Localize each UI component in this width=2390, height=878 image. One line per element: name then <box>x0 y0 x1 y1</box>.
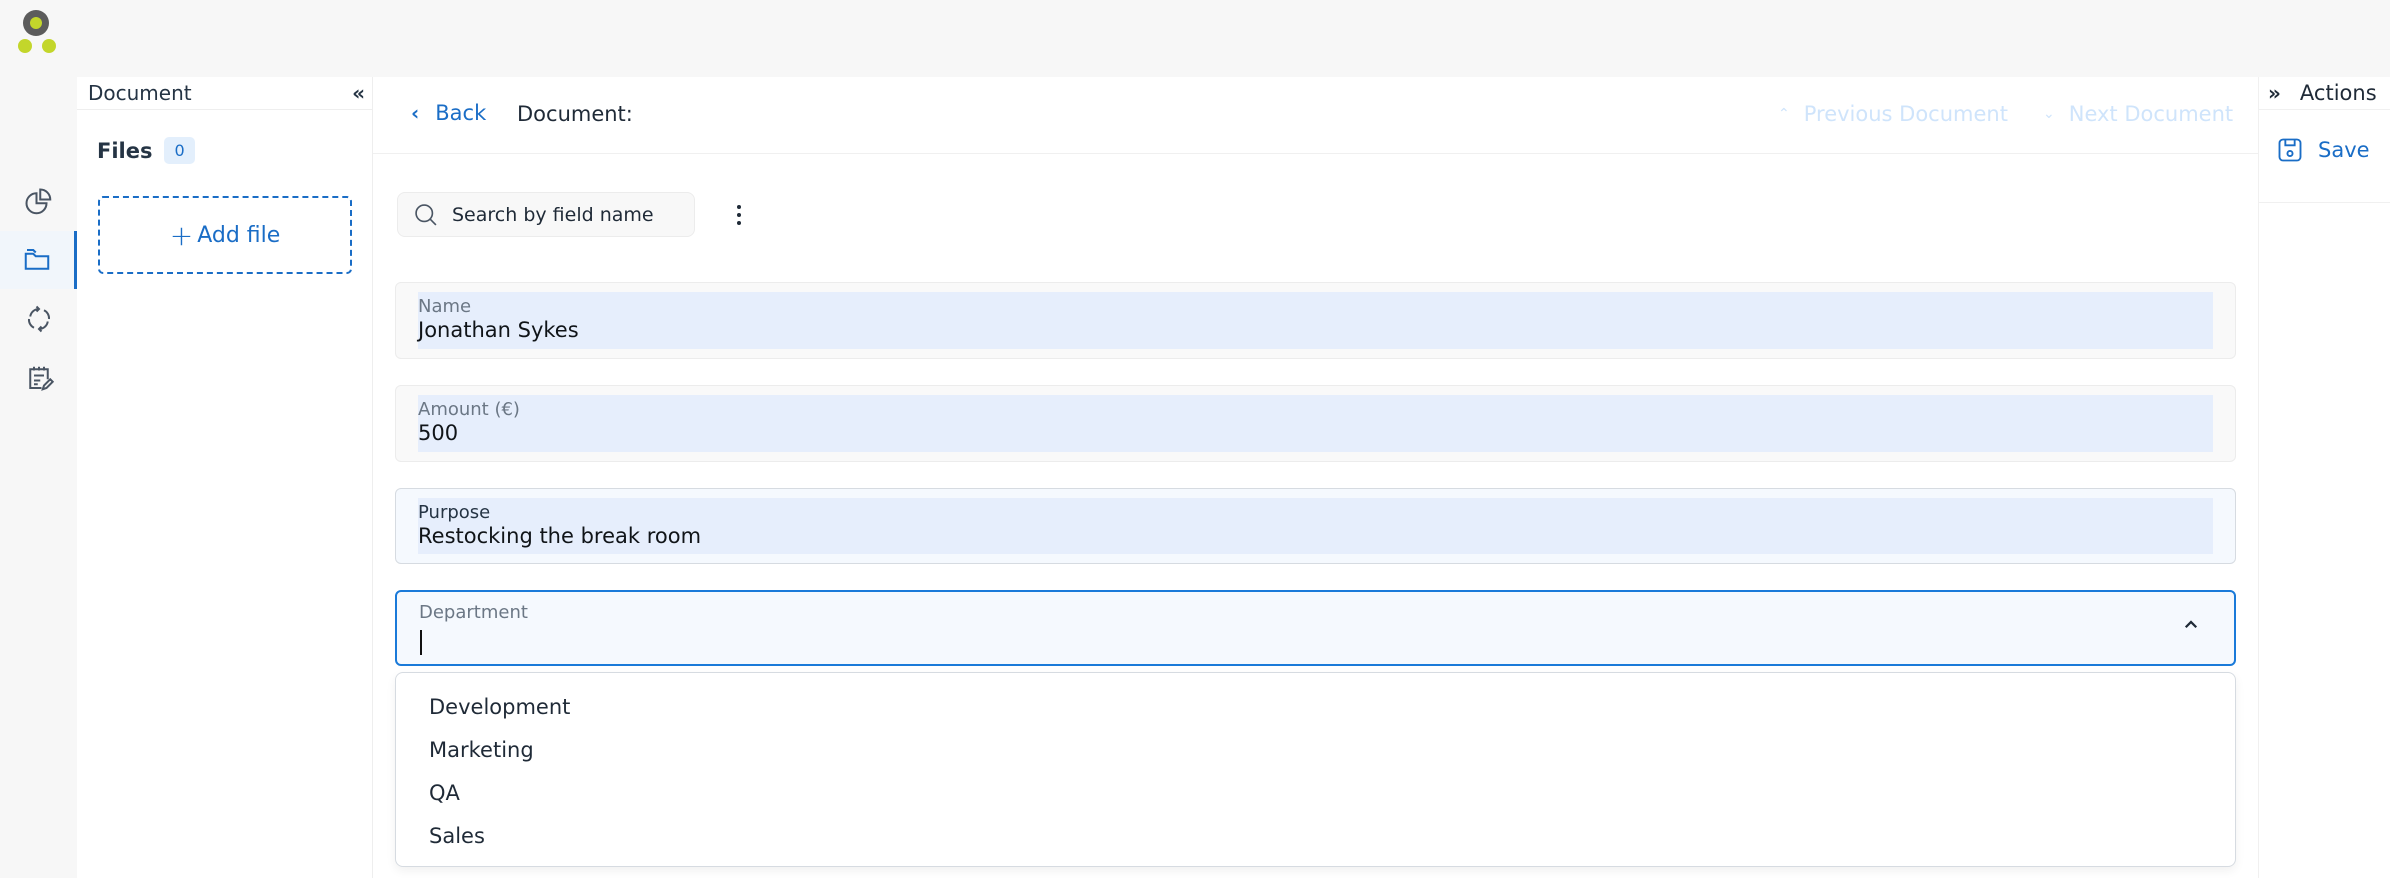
expand-panel-icon[interactable]: » <box>2268 81 2281 105</box>
search-input[interactable] <box>452 203 692 226</box>
chevron-up-icon[interactable] <box>2182 616 2200 634</box>
nav-item-dashboard[interactable] <box>0 173 77 231</box>
purpose-field[interactable]: Purpose Restocking the break room <box>395 488 2236 564</box>
logo-ring <box>23 10 49 36</box>
actions-header: » Actions <box>2259 77 2390 110</box>
add-file-button[interactable]: + Add file <box>98 196 352 274</box>
left-nav <box>0 77 77 878</box>
save-label: Save <box>2318 138 2370 162</box>
previous-document-label: Previous Document <box>1803 102 2008 126</box>
kebab-dot <box>737 205 741 209</box>
divider <box>2259 202 2390 203</box>
amount-field[interactable]: Amount (€) 500 <box>395 385 2236 462</box>
floppy-disk-icon <box>2278 138 2302 162</box>
main-content: ‹ Back Document: ⌃ Previous Document ⌄ N… <box>373 77 2258 878</box>
logo-dot <box>18 39 32 53</box>
notepad-edit-icon <box>28 366 54 391</box>
back-label: Back <box>435 101 487 125</box>
dropdown-option[interactable]: QA <box>396 771 2235 814</box>
document-panel-title: Document <box>88 81 192 105</box>
files-header: Files 0 <box>97 137 195 164</box>
main-header: ‹ Back Document: ⌃ Previous Document ⌄ N… <box>373 77 2258 154</box>
plus-icon: + <box>169 218 194 252</box>
kebab-dot <box>737 221 741 225</box>
department-select[interactable]: Department <box>395 590 2236 666</box>
department-dropdown: Development Marketing QA Sales <box>395 672 2236 867</box>
dropdown-option[interactable]: Sales <box>396 814 2235 857</box>
next-document-label: Next Document <box>2068 102 2234 126</box>
dropdown-option[interactable]: Marketing <box>396 728 2235 771</box>
top-bar <box>0 0 2390 77</box>
pie-chart-icon <box>25 188 51 215</box>
nav-item-documents[interactable] <box>0 231 77 289</box>
files-label: Files <box>97 138 153 163</box>
amount-field-value[interactable]: 500 <box>418 421 2213 445</box>
name-field-value[interactable]: Jonathan Sykes <box>418 318 2213 342</box>
department-field-label: Department <box>419 602 528 623</box>
actions-title: Actions <box>2299 81 2377 105</box>
kebab-dot <box>737 213 741 217</box>
chevron-left-icon: ‹ <box>411 101 420 125</box>
save-button[interactable]: Save <box>2276 136 2370 164</box>
text-caret <box>420 630 422 655</box>
name-field[interactable]: Name Jonathan Sykes <box>395 282 2236 359</box>
search-icon <box>415 203 437 225</box>
add-file-label: Add file <box>197 222 281 248</box>
nav-item-tasks[interactable] <box>0 349 77 407</box>
chevron-down-icon: ⌄ <box>2043 106 2055 122</box>
nav-item-workflows[interactable] <box>0 290 77 348</box>
refresh-cycle-icon <box>27 305 50 333</box>
document-title: Document: <box>517 102 633 126</box>
actions-panel: » Actions Save <box>2258 77 2390 878</box>
amount-field-label: Amount (€) <box>418 399 520 420</box>
logo-dot <box>42 39 56 53</box>
more-options-icon[interactable] <box>729 195 749 235</box>
amount-field-inner: Amount (€) 500 <box>418 395 2213 452</box>
app-logo[interactable] <box>17 10 57 54</box>
dropdown-option[interactable]: Development <box>396 685 2235 728</box>
files-count-badge: 0 <box>164 137 195 164</box>
back-button[interactable]: ‹ Back <box>411 101 486 125</box>
name-field-inner: Name Jonathan Sykes <box>418 292 2213 349</box>
search-field[interactable] <box>397 192 695 237</box>
purpose-field-value[interactable]: Restocking the break room <box>418 524 2213 548</box>
previous-document-button[interactable]: ⌃ Previous Document <box>1778 102 2008 126</box>
chevron-up-icon: ⌃ <box>1778 106 1790 122</box>
purpose-field-inner: Purpose Restocking the break room <box>418 498 2213 554</box>
collapse-panel-icon[interactable]: « <box>352 81 365 105</box>
purpose-field-label: Purpose <box>418 502 491 523</box>
folder-icon <box>24 249 50 270</box>
next-document-button[interactable]: ⌄ Next Document <box>2043 102 2233 126</box>
name-field-label: Name <box>418 296 472 317</box>
document-panel-header: Document « <box>77 77 372 110</box>
document-panel: Document « Files 0 + Add file <box>77 77 373 878</box>
